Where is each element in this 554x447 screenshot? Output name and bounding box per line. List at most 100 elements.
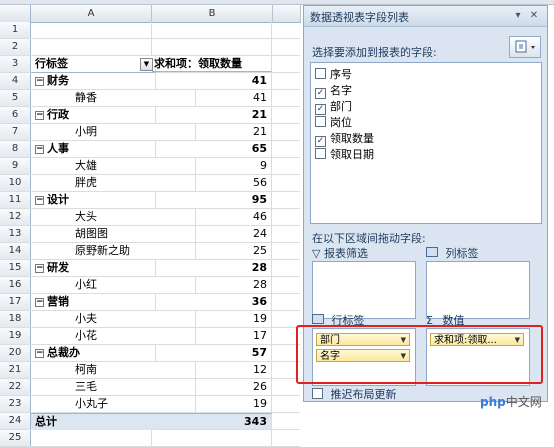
cell[interactable]: [273, 39, 300, 55]
value-cell[interactable]: 21: [152, 107, 272, 123]
row-number[interactable]: 5: [0, 90, 31, 106]
cell[interactable]: [152, 22, 272, 38]
cell[interactable]: [273, 209, 300, 225]
row-label-cell[interactable]: − 营销: [31, 294, 156, 310]
column-header-a[interactable]: A: [31, 5, 152, 23]
field-checkbox[interactable]: [315, 116, 326, 127]
cell[interactable]: [273, 22, 300, 38]
cell[interactable]: [31, 22, 152, 38]
row-number[interactable]: 20: [0, 345, 31, 361]
field-checkbox[interactable]: [315, 148, 326, 159]
cell[interactable]: [31, 430, 152, 446]
collapse-icon[interactable]: −: [35, 264, 44, 273]
value-cell[interactable]: 17: [152, 328, 272, 344]
row-label-cell[interactable]: − 研发: [31, 260, 156, 276]
collapse-icon[interactable]: −: [35, 77, 44, 86]
cell[interactable]: [273, 396, 300, 412]
row-label-cell[interactable]: − 财务: [31, 73, 156, 89]
row-number[interactable]: 14: [0, 243, 31, 259]
close-icon[interactable]: ✕: [528, 10, 540, 22]
field-item[interactable]: ✓ 部门: [315, 99, 352, 115]
field-item[interactable]: ✓ 领取数量: [315, 131, 374, 147]
cell[interactable]: [273, 192, 300, 208]
row-number[interactable]: 2: [0, 39, 31, 55]
cell[interactable]: [273, 294, 300, 310]
layout-options-button[interactable]: [509, 36, 541, 58]
defer-update-checkbox[interactable]: [312, 388, 323, 399]
row-label-cell[interactable]: 总计: [31, 413, 156, 430]
cell[interactable]: [273, 175, 300, 191]
row-number[interactable]: 17: [0, 294, 31, 310]
cell[interactable]: [31, 39, 152, 55]
cell[interactable]: [273, 56, 300, 72]
row-number[interactable]: 8: [0, 141, 31, 157]
field-item[interactable]: 领取日期: [315, 147, 374, 163]
row-number[interactable]: 6: [0, 107, 31, 123]
value-cell[interactable]: 9: [152, 158, 272, 174]
cell[interactable]: [273, 243, 300, 259]
row-number[interactable]: 18: [0, 311, 31, 327]
cell[interactable]: [273, 73, 300, 89]
row-number[interactable]: 21: [0, 362, 31, 378]
row-label-cell[interactable]: − 人事: [31, 141, 156, 157]
cell[interactable]: [152, 430, 272, 446]
row-number[interactable]: 22: [0, 379, 31, 395]
row-number[interactable]: 10: [0, 175, 31, 191]
row-number[interactable]: 7: [0, 124, 31, 140]
field-item[interactable]: 岗位: [315, 115, 352, 131]
field-checkbox[interactable]: ✓: [315, 88, 326, 99]
cell[interactable]: [273, 124, 300, 140]
value-cell[interactable]: 21: [152, 124, 272, 140]
cell[interactable]: [273, 90, 300, 106]
value-cell[interactable]: 95: [152, 192, 272, 208]
cell[interactable]: [273, 311, 300, 327]
value-cell[interactable]: 41: [152, 90, 272, 106]
row-number[interactable]: 13: [0, 226, 31, 242]
report-filter-area[interactable]: [312, 261, 416, 319]
row-number[interactable]: 9: [0, 158, 31, 174]
cell[interactable]: [273, 413, 300, 429]
cell[interactable]: [273, 277, 300, 293]
row-label-cell[interactable]: − 总裁办: [31, 345, 156, 361]
select-all-corner[interactable]: [0, 5, 31, 23]
value-cell[interactable]: 41: [152, 73, 272, 89]
cell[interactable]: [273, 226, 300, 242]
row-number[interactable]: 11: [0, 192, 31, 208]
value-cell[interactable]: 12: [152, 362, 272, 378]
value-cell[interactable]: 28: [152, 260, 272, 276]
row-number[interactable]: 16: [0, 277, 31, 293]
value-cell[interactable]: 19: [152, 396, 272, 412]
value-cell[interactable]: 19: [152, 311, 272, 327]
row-label-cell[interactable]: − 设计: [31, 192, 156, 208]
collapse-icon[interactable]: −: [35, 145, 44, 154]
collapse-icon[interactable]: −: [35, 349, 44, 358]
row-number[interactable]: 19: [0, 328, 31, 344]
panel-dropdown-icon[interactable]: ▾: [512, 10, 524, 22]
column-labels-area[interactable]: [426, 261, 530, 319]
value-cell[interactable]: 56: [152, 175, 272, 191]
column-header-b[interactable]: B: [152, 5, 273, 23]
value-cell[interactable]: 343: [152, 413, 272, 429]
row-number[interactable]: 23: [0, 396, 31, 412]
cell[interactable]: [273, 430, 300, 446]
row-number[interactable]: 15: [0, 260, 31, 276]
value-cell[interactable]: 65: [152, 141, 272, 157]
value-cell[interactable]: 28: [152, 277, 272, 293]
row-labels-header-cell[interactable]: 行标签 ▼: [31, 56, 156, 73]
collapse-icon[interactable]: −: [35, 196, 44, 205]
row-number[interactable]: 3: [0, 56, 31, 72]
value-cell[interactable]: 36: [152, 294, 272, 310]
cell[interactable]: [273, 260, 300, 276]
field-checkbox[interactable]: ✓: [315, 104, 326, 115]
value-cell[interactable]: 26: [152, 379, 272, 395]
field-checkbox[interactable]: [315, 68, 326, 79]
row-label-cell[interactable]: − 行政: [31, 107, 156, 123]
row-number[interactable]: 25: [0, 430, 31, 446]
cell[interactable]: [273, 141, 300, 157]
field-item[interactable]: 序号: [315, 67, 352, 83]
row-number[interactable]: 4: [0, 73, 31, 89]
row-number[interactable]: 24: [0, 413, 31, 429]
field-checkbox[interactable]: ✓: [315, 136, 326, 147]
cell[interactable]: [273, 158, 300, 174]
value-header-cell[interactable]: 求和项：领取数量: [152, 56, 272, 72]
